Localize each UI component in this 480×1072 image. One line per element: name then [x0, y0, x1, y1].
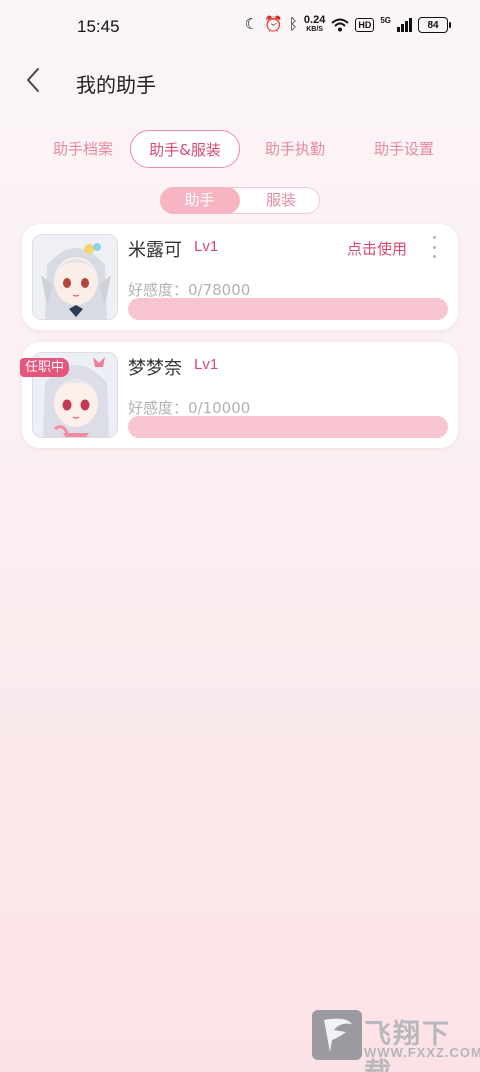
- tab-bar: 助手档案 助手&服装 助手执勤 助手设置: [22, 130, 458, 168]
- favor-text: 好感度：0/78000: [128, 281, 251, 299]
- back-button[interactable]: [22, 64, 52, 96]
- watermark-logo-icon: [324, 1018, 352, 1052]
- tab-duty[interactable]: 助手执勤: [240, 130, 350, 168]
- favor-progress-bar: [128, 416, 448, 438]
- favor-text: 好感度：0/10000: [128, 399, 251, 417]
- status-bar: 15:45 ☾ ⏰ ᛒ 0.24 KB/S HD 5G 84: [0, 0, 480, 56]
- assistant-level: Lv1: [194, 238, 219, 255]
- assistant-name: 米露可: [128, 240, 182, 261]
- favor-progress-bar: [128, 298, 448, 320]
- assistant-card[interactable]: 米露可 Lv1 点击使用 好感度：0/78000: [22, 224, 458, 330]
- watermark-logo: [312, 1010, 362, 1060]
- watermark: 飞翔下载 WWW.FXXZ.COM: [312, 1010, 480, 1072]
- bluetooth-icon: ᛒ: [288, 16, 298, 33]
- more-icon[interactable]: [429, 236, 439, 258]
- segment-control: 助手 服装: [159, 186, 321, 214]
- alarm-icon: ⏰: [264, 16, 283, 33]
- segment-outfit[interactable]: 服装: [241, 187, 321, 214]
- hd-icon: HD: [355, 18, 375, 32]
- use-button[interactable]: 点击使用: [347, 238, 407, 259]
- watermark-text: 飞翔下载: [364, 1019, 451, 1072]
- tab-assistant-outfit[interactable]: 助手&服装: [130, 130, 240, 168]
- tab-profile[interactable]: 助手档案: [28, 130, 138, 168]
- assistant-name: 梦梦奈: [128, 358, 182, 379]
- tab-settings[interactable]: 助手设置: [349, 130, 459, 168]
- moon-icon: ☾: [244, 16, 259, 33]
- signal-icon: [397, 18, 412, 32]
- page-title: 我的助手: [76, 73, 156, 97]
- character-portrait: [33, 235, 117, 319]
- assistant-level: Lv1: [194, 356, 219, 373]
- network-type: 5G: [380, 15, 391, 25]
- wifi-icon: [331, 18, 349, 32]
- avatar: [32, 234, 118, 320]
- net-speed: 0.24 KB/S: [303, 14, 326, 34]
- battery-icon: 84: [418, 17, 451, 33]
- segment-assistant[interactable]: 助手: [159, 186, 240, 214]
- status-icons: ☾ ⏰ ᛒ 0.24 KB/S HD 5G 84: [244, 14, 451, 34]
- watermark-url: WWW.FXXZ.COM: [364, 1045, 480, 1060]
- on-duty-badge: 任职中: [20, 358, 70, 377]
- assistant-card[interactable]: 任职中 梦梦奈 Lv1 好感度：0/10000: [20, 342, 458, 448]
- status-time: 15:45: [77, 17, 120, 36]
- chevron-left-icon: [27, 68, 39, 92]
